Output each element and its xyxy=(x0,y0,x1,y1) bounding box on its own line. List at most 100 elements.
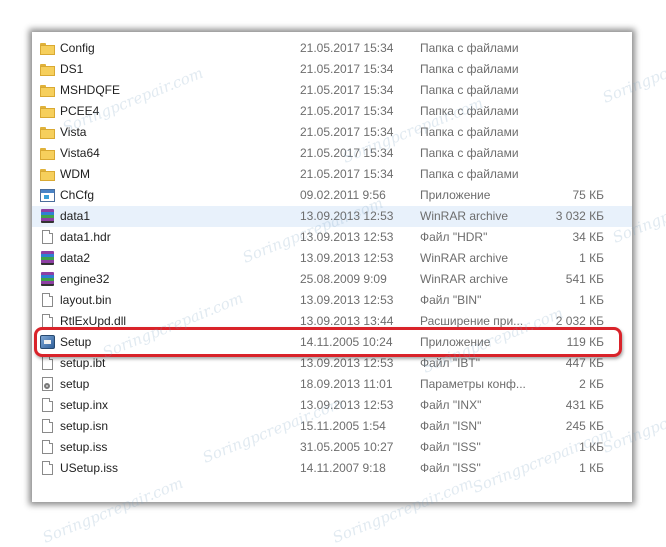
file-name: data1 xyxy=(60,209,91,223)
file-row[interactable]: Config 21.05.2017 15:34 Папка с файлами xyxy=(32,38,632,59)
file-icon-cell xyxy=(40,80,56,101)
file-date-modified: 21.05.2017 15:34 xyxy=(300,167,394,181)
file-row[interactable]: ChCfg 09.02.2011 9:56 Приложение 75 КБ xyxy=(32,185,632,206)
file-name: DS1 xyxy=(60,62,84,76)
file-type: WinRAR archive xyxy=(420,272,509,286)
file-date-modified: 21.05.2017 15:34 xyxy=(300,83,394,97)
file-name: Vista64 xyxy=(60,146,100,160)
file-type: WinRAR archive xyxy=(420,251,509,265)
file-row[interactable]: setup 18.09.2013 11:01 Параметры конф... 2 … xyxy=(32,374,632,395)
file-icon-cell xyxy=(40,290,56,311)
file-date-modified: 21.05.2017 15:34 xyxy=(300,125,394,139)
document-icon xyxy=(42,461,53,475)
folder-icon xyxy=(40,62,55,76)
file-date-modified: 13.09.2013 12:53 xyxy=(300,398,394,412)
file-name: layout.bin xyxy=(60,293,112,307)
file-type: Файл "ISS" xyxy=(420,440,481,454)
file-explorer-window: Config 21.05.2017 15:34 Папка с файлами DS1… xyxy=(32,32,632,502)
file-icon-cell xyxy=(40,458,56,479)
file-row[interactable]: data2 13.09.2013 12:53 WinRAR archive 1 КБ xyxy=(32,248,632,269)
file-date-modified: 21.05.2017 15:34 xyxy=(300,104,394,118)
file-type: Файл "BIN" xyxy=(420,293,482,307)
folder-icon xyxy=(40,41,55,55)
folder-icon xyxy=(40,125,55,139)
file-date-modified: 09.02.2011 9:56 xyxy=(300,188,386,202)
winrar-archive-icon xyxy=(41,209,54,223)
file-name: setup xyxy=(60,377,90,391)
file-size: 541 КБ xyxy=(565,272,604,286)
file-row[interactable]: USetup.iss 14.11.2007 9:18 Файл "ISS" 1 КБ xyxy=(32,458,632,479)
winrar-archive-icon xyxy=(41,272,54,286)
folder-icon xyxy=(40,146,55,160)
file-type: Файл "ISS" xyxy=(420,461,481,475)
file-size xyxy=(512,122,604,143)
winrar-archive-icon xyxy=(41,251,54,265)
file-date-modified: 25.08.2009 9:09 xyxy=(300,272,387,286)
file-icon-cell xyxy=(40,143,56,164)
file-size: 2 КБ xyxy=(579,377,604,391)
file-row[interactable]: data1 13.09.2013 12:53 WinRAR archive 3 032… xyxy=(32,206,632,227)
file-row[interactable]: DS1 21.05.2017 15:34 Папка с файлами xyxy=(32,59,632,80)
file-icon-cell xyxy=(40,395,56,416)
document-icon xyxy=(42,356,53,370)
file-row[interactable]: engine32 25.08.2009 9:09 WinRAR archive 541… xyxy=(32,269,632,290)
file-row[interactable]: setup.isn 15.11.2005 1:54 Файл "ISN" 245 КБ xyxy=(32,416,632,437)
document-icon xyxy=(42,230,53,244)
file-date-modified: 13.09.2013 12:53 xyxy=(300,230,394,244)
document-icon xyxy=(42,440,53,454)
file-date-modified: 13.09.2013 12:53 xyxy=(300,293,394,307)
file-row[interactable]: Vista64 21.05.2017 15:34 Папка с файлами xyxy=(32,143,632,164)
file-size: 245 КБ xyxy=(565,419,604,433)
file-size: 1 КБ xyxy=(579,293,604,307)
file-icon-cell xyxy=(40,416,56,437)
file-type: Папка с файлами xyxy=(420,167,519,181)
file-type: Файл "ISN" xyxy=(420,419,482,433)
file-size: 3 032 КБ xyxy=(555,209,604,223)
file-name: Config xyxy=(60,41,95,55)
file-date-modified: 15.11.2005 1:54 xyxy=(300,419,386,433)
file-row[interactable]: Vista 21.05.2017 15:34 Папка с файлами xyxy=(32,122,632,143)
file-icon-cell xyxy=(40,122,56,143)
folder-icon xyxy=(40,167,55,181)
file-size xyxy=(512,143,604,164)
document-icon xyxy=(42,293,53,307)
file-name: ChCfg xyxy=(60,188,95,202)
file-size: 1 КБ xyxy=(579,440,604,454)
file-date-modified: 21.05.2017 15:34 xyxy=(300,41,394,55)
file-size xyxy=(512,80,604,101)
file-name: PCEE4 xyxy=(60,104,100,118)
file-row[interactable]: PCEE4 21.05.2017 15:34 Папка с файлами xyxy=(32,101,632,122)
file-row[interactable]: MSHDQFE 21.05.2017 15:34 Папка с файлами xyxy=(32,80,632,101)
file-name: WDM xyxy=(60,167,90,181)
file-type: Папка с файлами xyxy=(420,104,519,118)
file-row[interactable]: data1.hdr 13.09.2013 12:53 Файл "HDR" 34 КБ xyxy=(32,227,632,248)
file-type: Файл "INX" xyxy=(420,398,482,412)
file-name: setup.isn xyxy=(60,419,109,433)
file-icon-cell xyxy=(40,269,56,290)
file-row[interactable]: WDM 21.05.2017 15:34 Папка с файлами xyxy=(32,164,632,185)
file-icon-cell xyxy=(40,101,56,122)
file-type: WinRAR archive xyxy=(420,209,509,223)
file-size xyxy=(512,38,604,59)
file-row[interactable]: setup.iss 31.05.2005 10:27 Файл "ISS" 1 КБ xyxy=(32,437,632,458)
file-size: 1 КБ xyxy=(579,251,604,265)
file-size: 431 КБ xyxy=(565,398,604,412)
file-row[interactable]: setup.inx 13.09.2013 12:53 Файл "INX" 431 К… xyxy=(32,395,632,416)
file-icon-cell xyxy=(40,185,56,206)
file-name: data2 xyxy=(60,251,91,265)
file-type: Папка с файлами xyxy=(420,146,519,160)
file-date-modified: 31.05.2005 10:27 xyxy=(300,440,394,454)
file-icon-cell xyxy=(40,164,56,185)
file-date-modified: 18.09.2013 11:01 xyxy=(300,377,393,391)
file-size xyxy=(512,164,604,185)
file-name: setup.inx xyxy=(60,398,109,412)
file-date-modified: 21.05.2017 15:34 xyxy=(300,62,394,76)
settings-file-icon xyxy=(42,377,53,391)
file-size: 1 КБ xyxy=(579,461,604,475)
file-date-modified: 13.09.2013 12:53 xyxy=(300,251,394,265)
file-icon-cell xyxy=(40,437,56,458)
file-row[interactable]: layout.bin 13.09.2013 12:53 Файл "BIN" 1 КБ xyxy=(32,290,632,311)
file-date-modified: 14.11.2007 9:18 xyxy=(300,461,386,475)
file-size xyxy=(512,59,604,80)
document-icon xyxy=(42,314,53,328)
